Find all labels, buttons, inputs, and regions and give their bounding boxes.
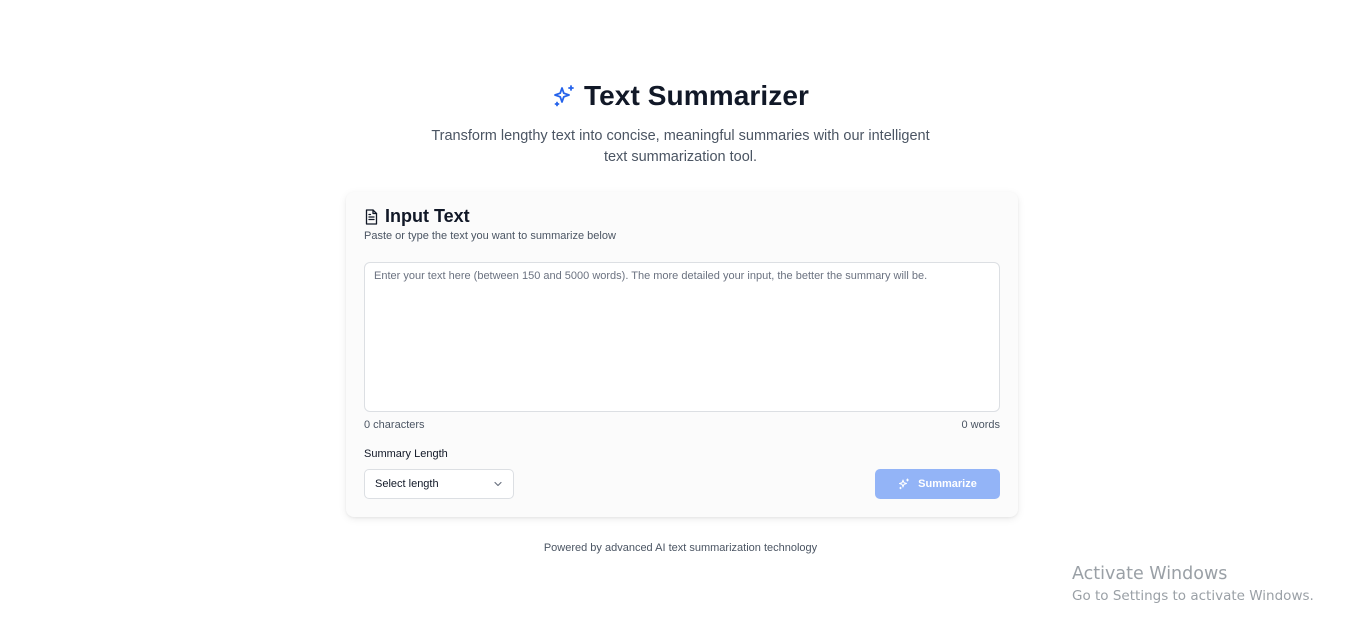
card-description: Paste or type the text you want to summa… bbox=[364, 230, 616, 242]
word-count: 0 words bbox=[961, 419, 1000, 431]
character-count: 0 characters bbox=[364, 419, 425, 431]
page: Text Summarizer Transform lengthy text i… bbox=[0, 0, 1361, 635]
summary-length-value: Select length bbox=[375, 478, 439, 490]
sparkles-icon bbox=[552, 84, 576, 108]
sparkles-icon bbox=[898, 478, 910, 490]
chevron-down-icon bbox=[493, 479, 503, 489]
title-row: Text Summarizer bbox=[552, 78, 809, 114]
watermark-title: Activate Windows bbox=[1072, 564, 1228, 584]
page-header: Text Summarizer Transform lengthy text i… bbox=[0, 78, 1361, 168]
summary-length-select[interactable]: Select length bbox=[364, 469, 514, 499]
summarize-button-label: Summarize bbox=[918, 478, 977, 490]
summary-length-label: Summary Length bbox=[364, 448, 448, 460]
card-title-row: Input Text bbox=[364, 206, 470, 227]
watermark-subtitle: Go to Settings to activate Windows. bbox=[1072, 588, 1314, 604]
document-icon bbox=[364, 208, 379, 225]
page-title: Text Summarizer bbox=[583, 80, 810, 111]
footer-text: Powered by advanced AI text summarizatio… bbox=[543, 542, 818, 554]
activate-windows-watermark: Activate Windows Go to Settings to activ… bbox=[1072, 563, 1314, 606]
page-subtitle: Transform lengthy text into concise, mea… bbox=[431, 128, 930, 165]
card-title: Input Text bbox=[385, 206, 470, 226]
input-card: Input Text Paste or type the text you wa… bbox=[346, 192, 1018, 517]
summarize-button[interactable]: Summarize bbox=[875, 469, 1000, 499]
text-input[interactable] bbox=[364, 262, 1000, 412]
